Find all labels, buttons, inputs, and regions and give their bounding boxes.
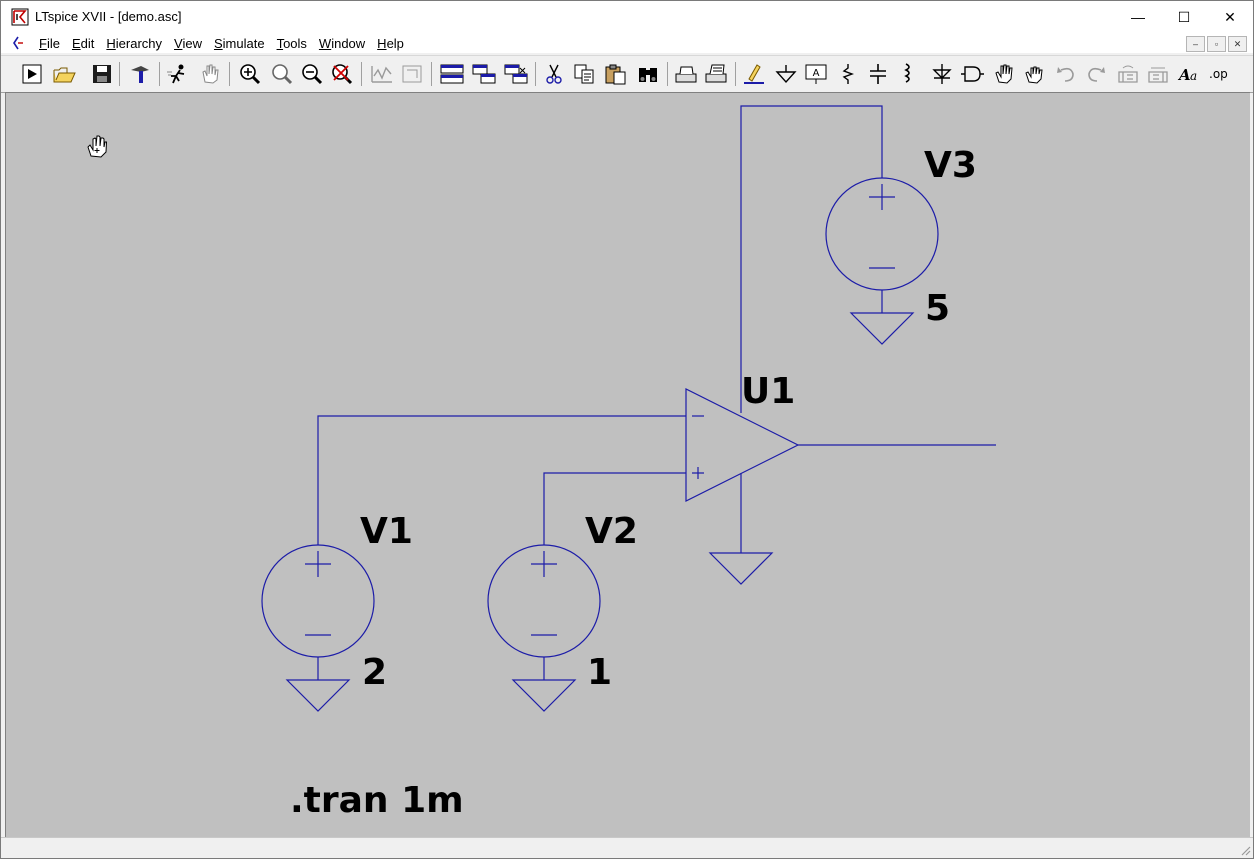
ground-v3[interactable]: [849, 290, 915, 345]
zoom-in-icon[interactable]: [237, 62, 263, 86]
toolbar: A Aa .op: [1, 55, 1253, 93]
mdi-restore-button[interactable]: ▫: [1207, 36, 1226, 52]
toolbar-separator: [119, 62, 120, 86]
menu-view[interactable]: View: [168, 35, 208, 52]
close-all-icon[interactable]: [503, 62, 529, 86]
undo-icon[interactable]: [1053, 62, 1079, 86]
mdi-minimize-button[interactable]: –: [1186, 36, 1205, 52]
toolbar-separator: [667, 62, 668, 86]
maximize-icon: ☐: [1177, 8, 1191, 25]
menu-window[interactable]: Window: [313, 35, 371, 52]
schematic-drawing: [261, 105, 996, 712]
zoom-cancel-icon[interactable]: [329, 62, 355, 86]
toolbar-separator: [735, 62, 736, 86]
save-icon[interactable]: [89, 62, 115, 86]
ground-v2[interactable]: [511, 657, 577, 712]
open-icon[interactable]: [51, 62, 77, 86]
svg-text:A: A: [1177, 66, 1191, 84]
ground-icon[interactable]: [773, 62, 799, 86]
spice-directive-icon[interactable]: .op: [1207, 62, 1233, 86]
copy-icon[interactable]: [571, 62, 597, 86]
capacitor-icon[interactable]: [865, 62, 891, 86]
maximize-button[interactable]: ☐: [1161, 1, 1207, 33]
label-net-icon[interactable]: A: [803, 62, 829, 86]
cascade-icon[interactable]: [471, 62, 497, 86]
hand-cursor-icon: [87, 135, 108, 158]
draw-wire-icon[interactable]: [741, 62, 767, 86]
title-bar[interactable]: LTspice XVII - [demo.asc] — ☐ ✕: [1, 1, 1253, 33]
v1-source-plus-sign[interactable]: [305, 551, 331, 577]
autorange-icon[interactable]: [369, 62, 395, 86]
minimize-icon: —: [1131, 9, 1145, 25]
u1-noninverting-mark[interactable]: [692, 467, 704, 479]
schematic-canvas[interactable]: V3 5 U1 V1 2 V2 1 .tran 1m: [5, 92, 1250, 837]
v1-value-label[interactable]: 2: [362, 655, 387, 691]
print-icon[interactable]: [673, 62, 699, 86]
ground-u1[interactable]: [708, 530, 774, 585]
tran-directive[interactable]: .tran 1m: [290, 783, 464, 819]
cut-icon[interactable]: [541, 62, 567, 86]
v2-name-label[interactable]: V2: [585, 514, 638, 550]
toolbar-separator: [361, 62, 362, 86]
move-icon[interactable]: [991, 62, 1017, 86]
tile-horizontal-icon[interactable]: [439, 62, 465, 86]
v3-name-label[interactable]: V3: [924, 148, 977, 184]
menu-simulate[interactable]: Simulate: [208, 35, 271, 52]
zoom-out-icon[interactable]: [299, 62, 325, 86]
minimize-button[interactable]: —: [1115, 1, 1161, 33]
mirror-icon[interactable]: [1145, 62, 1171, 86]
svg-text:.op: .op: [1209, 67, 1228, 81]
menu-file[interactable]: File: [33, 35, 66, 52]
document-icon[interactable]: [11, 36, 25, 50]
toolbar-separator: [229, 62, 230, 86]
paste-icon[interactable]: [603, 62, 629, 86]
run-icon[interactable]: [19, 62, 45, 86]
mdi-close-button[interactable]: ✕: [1228, 36, 1247, 52]
ground-v1[interactable]: [285, 657, 351, 712]
v2-source-plus-sign[interactable]: [531, 551, 557, 577]
resize-grip-icon[interactable]: [1239, 844, 1251, 856]
tile-disabled-icon[interactable]: [399, 62, 425, 86]
svg-text:A: A: [813, 68, 820, 79]
menu-bar: File Edit Hierarchy View Simulate Tools …: [1, 33, 1253, 53]
menu-tools[interactable]: Tools: [271, 35, 313, 52]
drag-icon[interactable]: [1021, 62, 1047, 86]
menu-edit[interactable]: Edit: [66, 35, 100, 52]
wire-v3-to-u1[interactable]: [740, 105, 883, 413]
pan-icon[interactable]: [197, 62, 223, 86]
diode-icon[interactable]: [929, 62, 955, 86]
rotate-icon[interactable]: [1115, 62, 1141, 86]
ltspice-window: LTspice XVII - [demo.asc] — ☐ ✕ File Edi…: [0, 0, 1254, 859]
v3-source-plus-sign[interactable]: [869, 184, 895, 210]
print-preview-icon[interactable]: [703, 62, 729, 86]
u1-name-label[interactable]: U1: [741, 374, 795, 410]
v3-value-label[interactable]: 5: [925, 291, 950, 327]
toolbar-separator: [159, 62, 160, 86]
close-icon: ✕: [1224, 8, 1236, 25]
resistor-icon[interactable]: [835, 62, 861, 86]
ltspice-logo-icon: [11, 8, 29, 26]
redo-icon[interactable]: [1083, 62, 1109, 86]
find-icon[interactable]: [635, 62, 661, 86]
inductor-icon[interactable]: [895, 62, 921, 86]
toolbar-separator: [535, 62, 536, 86]
menu-help[interactable]: Help: [371, 35, 410, 52]
window-title: LTspice XVII - [demo.asc]: [35, 9, 182, 24]
v2-value-label[interactable]: 1: [587, 655, 612, 691]
control-panel-icon[interactable]: [127, 62, 153, 86]
status-bar: [1, 837, 1253, 858]
toolbar-separator: [431, 62, 432, 86]
menu-hierarchy[interactable]: Hierarchy: [100, 35, 168, 52]
zoom-fit-icon[interactable]: [269, 62, 295, 86]
component-icon[interactable]: [959, 62, 985, 86]
text-icon[interactable]: Aa: [1177, 62, 1203, 86]
v1-name-label[interactable]: V1: [360, 514, 413, 550]
close-button[interactable]: ✕: [1207, 1, 1253, 33]
svg-text:a: a: [1190, 69, 1197, 83]
halt-icon[interactable]: [165, 62, 191, 86]
